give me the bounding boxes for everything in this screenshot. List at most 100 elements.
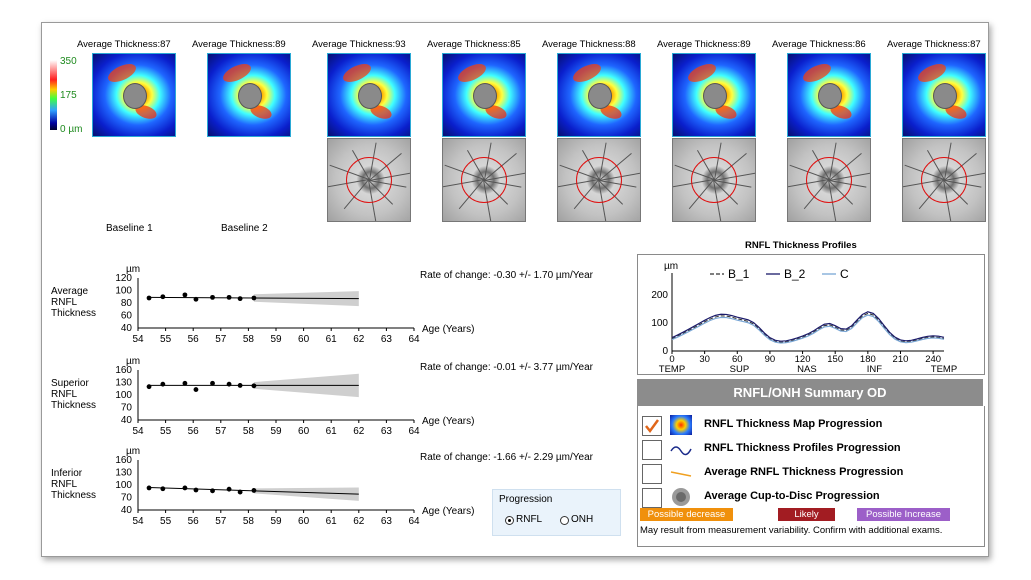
- summary-item-label: RNFL Thickness Map Progression: [704, 418, 883, 430]
- fundus-image[interactable]: [787, 138, 871, 222]
- y-tick-label: 130: [115, 468, 132, 479]
- trend-label: RNFL: [51, 479, 78, 490]
- fundus-image[interactable]: [557, 138, 641, 222]
- trend-graph: µm12010080604054 55 56 57 58 59 60 61 62 63 64Age …: [51, 264, 594, 345]
- rnfl-thickness-map[interactable]: [327, 53, 411, 137]
- data-point: [193, 487, 199, 493]
- radio-onh-label[interactable]: ONH: [571, 514, 593, 525]
- x-tick-label: 61: [326, 516, 338, 527]
- rnfl-thickness-map[interactable]: [207, 53, 291, 137]
- fundus-image[interactable]: [327, 138, 411, 222]
- y-tick-label: 80: [121, 298, 133, 309]
- x-tick-label: 56: [188, 516, 200, 527]
- map-hotspot: [685, 60, 719, 86]
- summary-panel: RNFL Thickness Map Progression RNFL Thick…: [637, 406, 985, 547]
- data-point: [160, 486, 166, 492]
- fundus-image[interactable]: [902, 138, 986, 222]
- summary-checkbox[interactable]: [642, 440, 662, 460]
- trend-graph: µm160130100704054 55 56 57 58 59 60 61 62 63 64Age…: [51, 356, 594, 437]
- x-tick-label: 64: [408, 516, 420, 527]
- legend-label: B_1: [728, 267, 750, 281]
- x-tick-label: 60: [298, 516, 310, 527]
- scale-max-label: 350: [60, 56, 77, 67]
- trend-label: Superior: [51, 378, 89, 389]
- scale-min-label: 0 µm: [60, 124, 83, 135]
- progression-selector: Progression RNFL ONH: [492, 489, 621, 536]
- map-hotspot: [220, 60, 254, 86]
- scan-circle: [576, 157, 622, 203]
- data-point: [237, 383, 243, 388]
- y-tick-label: 40: [121, 323, 133, 334]
- average-thickness-label: Average Thickness:88: [542, 39, 636, 50]
- data-point: [251, 383, 257, 389]
- rnfl-thickness-map[interactable]: [902, 53, 986, 137]
- y-tick-label: 120: [115, 273, 132, 284]
- average-thickness-label: Average Thickness:87: [77, 39, 171, 50]
- data-point: [193, 296, 199, 302]
- optic-disc: [123, 83, 147, 109]
- profile-curve-b2: [671, 311, 945, 342]
- x-tick-label: 59: [270, 334, 282, 345]
- data-point: [182, 292, 188, 298]
- summary-checkbox[interactable]: [642, 488, 662, 508]
- x-tick-label: 62: [353, 426, 365, 437]
- rnfl-thickness-map[interactable]: [557, 53, 641, 137]
- rnfl-thickness-map[interactable]: [442, 53, 526, 137]
- x-tick-label: 55: [160, 334, 172, 345]
- data-point: [210, 294, 215, 300]
- profile-y-tick: 100: [651, 318, 668, 329]
- y-tick-label: 100: [115, 286, 132, 297]
- x-tick-label: 55: [160, 516, 172, 527]
- x-tick-label: 56: [188, 334, 200, 345]
- rate-of-change: Rate of change: -0.01 +/- 3.77 µm/Year: [420, 362, 594, 373]
- data-point: [251, 488, 257, 493]
- profile-section-label: SUP: [730, 364, 750, 374]
- optic-disc: [818, 83, 842, 109]
- rnfl-thickness-map[interactable]: [787, 53, 871, 137]
- x-tick-label: 64: [408, 334, 420, 345]
- profile-x-tick-label: 90: [765, 354, 776, 365]
- summary-item-label: RNFL Thickness Profiles Progression: [704, 442, 901, 454]
- radio-rnfl-label[interactable]: RNFL: [516, 514, 542, 525]
- scan-circle: [346, 157, 392, 203]
- trend-label: RNFL: [51, 389, 78, 400]
- y-tick-label: 160: [115, 365, 132, 376]
- data-point: [146, 384, 152, 390]
- profile-curve-b1: [671, 312, 945, 343]
- data-point: [160, 381, 166, 387]
- progression-title: Progression: [499, 494, 553, 505]
- data-point: [182, 380, 188, 386]
- status-badge: Possible Increase: [857, 508, 950, 521]
- scale-mid-label: 175: [60, 90, 77, 101]
- x-tick-label: 54: [132, 426, 144, 437]
- profiles-chart: µm20010000 30 60 90 120 150 180 210 240TEMP SUP NA…: [651, 261, 957, 375]
- rnfl-thickness-map[interactable]: [672, 53, 756, 137]
- data-point: [226, 486, 232, 492]
- profile-x-tick-label: 150: [827, 354, 843, 365]
- x-tick-label: 56: [188, 426, 200, 437]
- x-tick-label: 62: [353, 334, 365, 345]
- profile-section-label: INF: [867, 364, 883, 374]
- x-tick-label: 59: [270, 426, 282, 437]
- summary-item-label: Average Cup-to-Disc Progression: [704, 490, 880, 502]
- fundus-image[interactable]: [442, 138, 526, 222]
- fundus-image[interactable]: [672, 138, 756, 222]
- x-tick-label: 63: [381, 516, 393, 527]
- radio-onh[interactable]: [560, 516, 569, 525]
- summary-checkbox[interactable]: [642, 416, 662, 436]
- map-hotspot: [105, 60, 139, 86]
- profile-y-tick: 200: [651, 290, 668, 301]
- map-hotspot: [340, 60, 374, 86]
- x-tick-label: 64: [408, 426, 420, 437]
- profile-x-tick-label: 210: [893, 354, 909, 365]
- optic-disc: [703, 83, 727, 109]
- rnfl-thickness-map[interactable]: [92, 53, 176, 137]
- y-tick-label: 70: [121, 403, 133, 414]
- x-tick-label: 58: [243, 516, 255, 527]
- y-tick-label: 40: [121, 505, 133, 516]
- optic-disc: [933, 83, 957, 109]
- summary-checkbox[interactable]: [642, 464, 662, 484]
- profile-unit: µm: [664, 261, 678, 272]
- radio-rnfl[interactable]: [505, 516, 514, 525]
- y-tick-label: 100: [115, 390, 132, 401]
